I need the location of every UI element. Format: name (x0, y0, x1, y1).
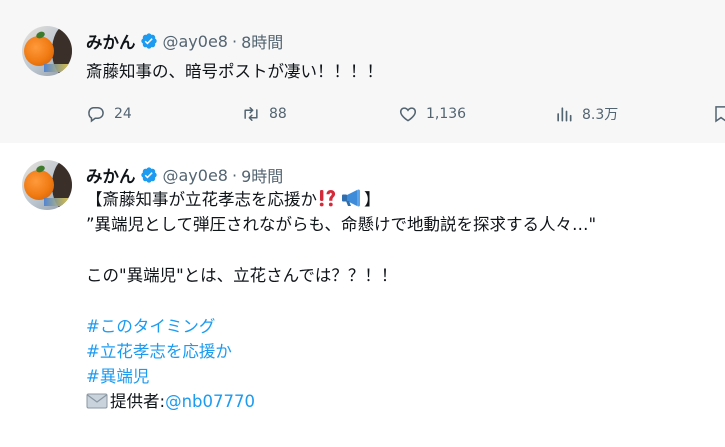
megaphone-icon (342, 189, 360, 207)
tweet-text: 斎藤知事の、暗号ポストが凄い！！！！ (86, 62, 383, 81)
views-button[interactable]: 8.3万 (554, 101, 618, 127)
retweet-icon (244, 107, 258, 121)
headline-close: 】 (364, 190, 381, 209)
handle[interactable]: @ay0e8 (163, 32, 228, 51)
envelope-icon (86, 393, 108, 409)
mention-link[interactable]: @nb07770 (165, 392, 255, 411)
text-line-question: この"異端児"とは、立花さんでは？？！！ (86, 266, 398, 285)
views-count: 8.3万 (582, 107, 619, 123)
handle[interactable]: @ay0e8 (163, 166, 228, 185)
avatar[interactable] (22, 26, 72, 76)
hashtag-link[interactable]: #異端児 (86, 367, 149, 386)
avatar[interactable] (22, 160, 72, 210)
tweet-1[interactable]: みかん @ay0e8 · 8時間 斎藤知事の、暗号ポストが凄い！！！！ 24 8… (0, 0, 725, 144)
tweet-header: みかん @ay0e8 · 8時間 (86, 29, 283, 53)
timestamp[interactable]: 8時間 (241, 29, 283, 53)
timestamp[interactable]: 9時間 (241, 163, 283, 187)
bookmark-button[interactable] (711, 101, 725, 127)
action-bar: 24 88 1,136 8.3万 (86, 101, 725, 127)
provider-label: 提供者: (110, 392, 166, 411)
headline-open: 【斎藤知事が立花孝志を応援か (86, 190, 317, 209)
views-icon (557, 107, 572, 122)
exclamation-question-icon (319, 190, 336, 207)
tweet-text: 【斎藤知事が立花孝志を応援か 】 ”異端児として弾圧されながらも、命懸けで地動説… (86, 187, 596, 414)
text-line-quote: ”異端児として弾圧されながらも、命懸けで地動説を探求する人々…" (86, 215, 597, 234)
reply-count: 24 (114, 106, 132, 122)
retweet-count: 88 (269, 106, 287, 122)
like-icon (399, 107, 417, 122)
retweet-button[interactable]: 88 (241, 101, 287, 127)
tweet-2[interactable]: みかん @ay0e8 · 9時間 【斎藤知事が立花孝志を応援か 】 ”異端児とし… (0, 143, 725, 447)
verified-badge-icon (140, 167, 157, 183)
text-line-provider: 提供者:@nb07770 (86, 389, 596, 414)
hashtag-link[interactable]: #このタイミング (86, 317, 215, 336)
display-name[interactable]: みかん (86, 29, 136, 53)
hashtag-link[interactable]: #立花孝志を応援か (86, 342, 232, 361)
tweet-header: みかん @ay0e8 · 9時間 (86, 163, 283, 187)
verified-badge-icon (140, 33, 157, 49)
separator-dot: · (231, 31, 238, 51)
like-count: 1,136 (426, 106, 467, 122)
display-name[interactable]: みかん (86, 163, 136, 187)
text-line-headline: 【斎藤知事が立花孝志を応援か 】 (86, 187, 596, 212)
reply-icon (88, 107, 104, 123)
bookmark-icon (715, 106, 725, 123)
reply-button[interactable]: 24 (86, 101, 132, 127)
like-button[interactable]: 1,136 (398, 101, 466, 127)
separator-dot: · (231, 165, 238, 185)
